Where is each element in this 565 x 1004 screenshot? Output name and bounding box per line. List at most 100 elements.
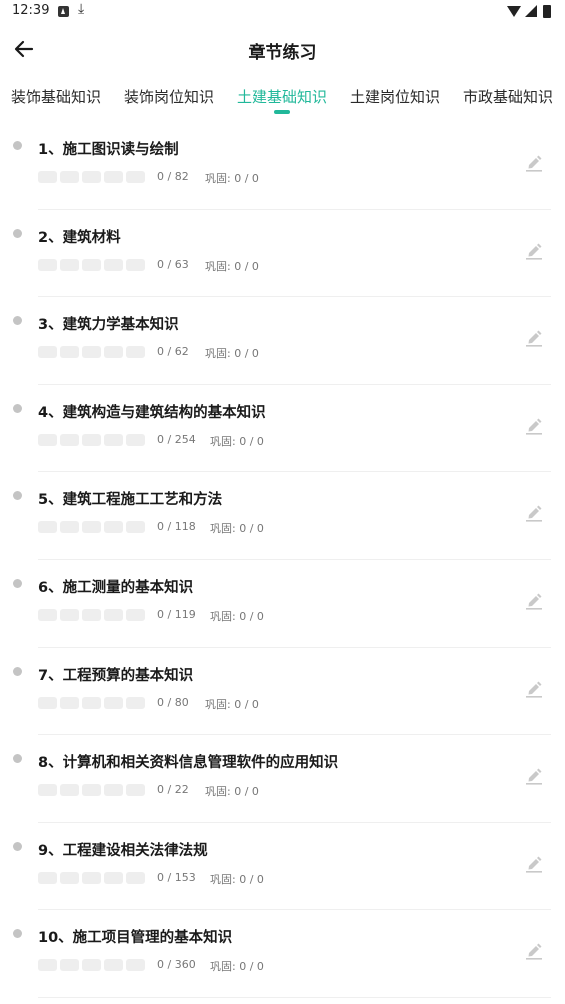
status-dot — [13, 754, 22, 764]
pencil-icon — [526, 418, 542, 435]
status-indicators — [507, 5, 555, 19]
progress-segment — [60, 171, 79, 183]
tab-item[interactable]: 市政基础知识 — [463, 86, 553, 107]
consolidate-count: 巩固: 0 / 0 — [210, 609, 264, 623]
question-count: 0 / 62 — [157, 345, 189, 359]
progress-segment — [60, 433, 79, 446]
progress-segment — [126, 696, 145, 709]
pencil-icon — [526, 505, 542, 522]
question-count: 0 / 254 — [157, 432, 196, 446]
consolidate-count: 巩固: 0 / 0 — [210, 872, 264, 886]
chapter-row[interactable]: 9、工程建设相关法律法规 0 / 153 巩固: 0 / 0 — [0, 823, 565, 911]
chapter-title: 7、工程预算的基本知识 — [38, 667, 194, 684]
chapter-row[interactable]: 7、工程预算的基本知识 0 / 80 巩固: 0 / 0 — [0, 648, 565, 736]
consolidate-count: 巩固: 0 / 0 — [205, 785, 259, 799]
status-dot — [13, 491, 22, 501]
chapter-row[interactable]: 1、施工图识读与绘制 0 / 82 巩固: 0 / 0 — [0, 122, 565, 210]
progress-segment — [60, 871, 79, 884]
chapter-row[interactable]: 10、施工项目管理的基本知识 0 / 360 巩固: 0 / 0 — [0, 910, 565, 998]
progress-segment — [38, 871, 57, 884]
progress-segment — [82, 608, 101, 621]
practice-button[interactable] — [524, 240, 544, 260]
progress-segment — [38, 608, 57, 621]
chapter-row[interactable]: 4、建筑构造与建筑结构的基本知识 0 / 254 巩固: 0 / 0 — [0, 385, 565, 473]
question-count: 0 / 80 — [157, 695, 189, 709]
tab-item[interactable]: 装饰基础知识 — [11, 86, 101, 107]
progress-segment — [104, 959, 123, 972]
progress-segment — [126, 959, 145, 972]
progress-segment — [60, 784, 79, 797]
chapter-row[interactable]: 3、建筑力学基本知识 0 / 62 巩固: 0 / 0 — [0, 297, 565, 385]
progress-segment — [126, 784, 145, 797]
progress-segment — [126, 521, 145, 534]
progress-segment — [82, 346, 101, 359]
practice-button[interactable] — [524, 590, 544, 610]
status-dot — [13, 841, 22, 851]
consolidate-count: 巩固: 0 / 0 — [210, 434, 264, 448]
progress-segment — [38, 258, 57, 271]
progress-segment — [82, 433, 101, 446]
progress-segment — [104, 696, 123, 709]
progress-segment — [104, 521, 123, 534]
progress-segment — [126, 608, 145, 621]
chapter-title: 10、施工项目管理的基本知识 — [38, 930, 233, 947]
progress-segment — [126, 871, 145, 884]
consolidate-count: 巩固: 0 / 0 — [205, 172, 259, 185]
chapter-title: 6、施工测量的基本知识 — [38, 579, 194, 596]
progress-segment — [82, 871, 101, 884]
chapter-title: 1、施工图识读与绘制 — [38, 142, 179, 158]
consolidate-count: 巩固: 0 / 0 — [210, 522, 264, 536]
practice-button[interactable] — [524, 502, 544, 522]
pencil-icon — [526, 330, 542, 347]
pencil-icon — [526, 768, 542, 785]
question-count: 0 / 118 — [157, 520, 196, 534]
tab-item[interactable]: 土建基础知识 — [237, 86, 327, 107]
page-title: 章节练习 — [248, 43, 317, 63]
status-dot — [13, 316, 22, 326]
progress-segment — [60, 346, 79, 359]
signal-icon — [525, 5, 537, 17]
progress-segment — [60, 258, 79, 271]
progress-segment — [104, 433, 123, 446]
chapter-row[interactable]: 8、计算机和相关资料信息管理软件的应用知识 0 / 22 巩固: 0 / 0 — [0, 735, 565, 823]
progress-segment — [104, 871, 123, 884]
status-dot — [13, 578, 22, 588]
practice-button[interactable] — [524, 327, 544, 347]
progress-segment — [82, 784, 101, 797]
wifi-icon — [507, 6, 521, 17]
battery-icon — [543, 5, 551, 18]
practice-button[interactable] — [524, 678, 544, 698]
status-dot — [13, 929, 22, 939]
category-tabs: 装饰基础知识 装饰岗位知识 土建基础知识 土建岗位知识 市政基础知识 — [0, 74, 565, 122]
practice-button[interactable] — [524, 853, 544, 873]
active-tab-indicator — [274, 110, 290, 114]
progress-segment — [82, 696, 101, 709]
practice-button[interactable] — [524, 765, 544, 785]
progress-segment — [126, 258, 145, 271]
chapter-row[interactable]: 6、施工测量的基本知识 0 / 119 巩固: 0 / 0 — [0, 560, 565, 648]
practice-button[interactable] — [524, 152, 544, 172]
tab-item[interactable]: 装饰岗位知识 — [124, 86, 214, 107]
tab-item[interactable]: 土建岗位知识 — [350, 86, 440, 107]
progress-segment — [104, 346, 123, 359]
progress-segment — [38, 346, 57, 359]
progress-segment — [60, 696, 79, 709]
progress-segment — [38, 959, 57, 972]
practice-button[interactable] — [524, 940, 544, 960]
status-dot — [13, 228, 22, 238]
progress-segment — [104, 171, 123, 183]
chapter-title: 2、建筑材料 — [38, 229, 121, 246]
progress-segment — [82, 171, 101, 183]
pencil-icon — [526, 593, 542, 610]
consolidate-count: 巩固: 0 / 0 — [205, 347, 259, 361]
pencil-icon — [526, 243, 542, 260]
progress-segment — [126, 171, 145, 183]
chapter-row[interactable]: 5、建筑工程施工工艺和方法 0 / 118 巩固: 0 / 0 — [0, 472, 565, 560]
progress-segment — [60, 959, 79, 972]
practice-button[interactable] — [524, 415, 544, 435]
progress-segment — [82, 258, 101, 271]
pencil-icon — [526, 681, 542, 698]
question-count: 0 / 153 — [157, 870, 196, 884]
chapter-row[interactable]: 2、建筑材料 0 / 63 巩固: 0 / 0 — [0, 210, 565, 298]
progress-segment — [104, 784, 123, 797]
